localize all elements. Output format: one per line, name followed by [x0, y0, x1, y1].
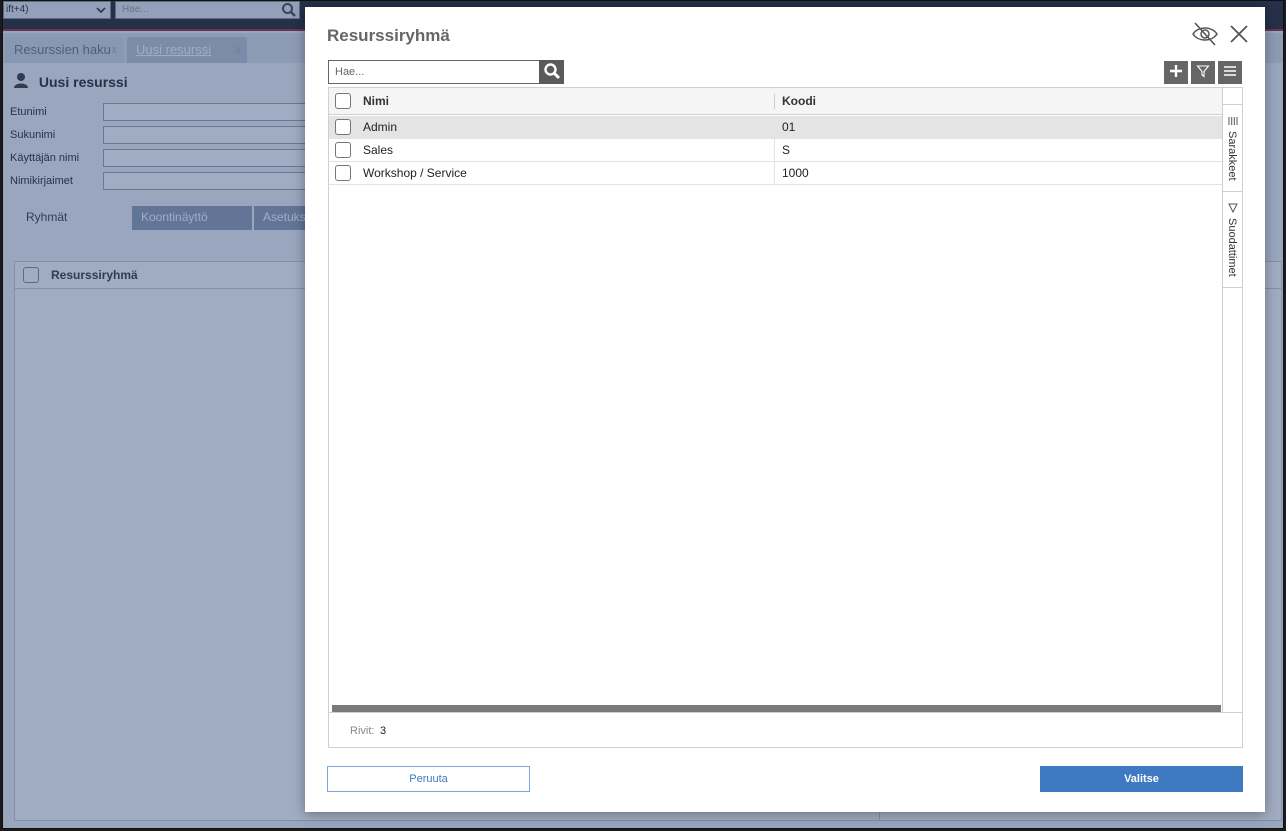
resource-group-grid: Nimi Koodi Admin 01 Sales S Workshop / S…	[328, 87, 1243, 748]
hamburger-icon	[1223, 65, 1237, 80]
dialog-title: Resurssiryhmä	[327, 26, 450, 45]
plus-icon	[1169, 64, 1183, 81]
select-all-checkbox[interactable]	[335, 93, 351, 109]
cell-nimi: Sales	[363, 143, 394, 157]
columns-icon	[1228, 115, 1238, 129]
grid-rows: Admin 01 Sales S Workshop / Service 1000	[329, 116, 1222, 185]
cell-koodi: S	[782, 143, 791, 157]
add-button[interactable]	[1164, 61, 1188, 84]
dialog-search	[328, 60, 564, 84]
row-count-label: Rivit:	[350, 725, 375, 737]
row-count-value: 3	[380, 725, 387, 737]
filter-icon	[1228, 202, 1238, 216]
cell-divider	[774, 162, 775, 184]
cell-divider	[774, 139, 775, 161]
cell-koodi: 01	[782, 120, 796, 134]
eye-off-icon[interactable]	[1190, 21, 1220, 47]
filter-icon	[1196, 64, 1210, 81]
menu-button[interactable]	[1218, 61, 1242, 84]
cell-divider	[774, 116, 775, 138]
filter-button[interactable]	[1191, 61, 1215, 84]
table-row[interactable]: Admin 01	[329, 116, 1222, 139]
search-icon	[543, 62, 561, 83]
horizontal-scrollbar[interactable]	[332, 705, 1221, 712]
close-icon[interactable]	[1227, 22, 1251, 46]
cell-koodi: 1000	[782, 166, 809, 180]
column-header-nimi[interactable]: Nimi	[363, 88, 389, 115]
tool-panel: Sarakkeet Suodattimet	[1222, 88, 1243, 713]
row-checkbox[interactable]	[335, 142, 351, 158]
cell-nimi: Admin	[363, 120, 398, 134]
side-tab-label: Suodattimet	[1226, 218, 1238, 277]
search-button[interactable]	[539, 60, 564, 84]
row-checkbox[interactable]	[335, 119, 351, 135]
resource-group-dialog: Resurssiryhmä Hae... Nimi Koodi Admin 01…	[305, 7, 1265, 812]
table-row[interactable]: Sales S	[329, 139, 1222, 162]
column-divider[interactable]	[774, 94, 775, 109]
search-input[interactable]	[328, 60, 540, 84]
table-row[interactable]: Workshop / Service 1000	[329, 162, 1222, 185]
grid-footer: Rivit: 3	[329, 712, 1242, 747]
side-tab-sarakkeet[interactable]: Sarakkeet	[1223, 104, 1243, 192]
cancel-button[interactable]: Peruuta	[327, 766, 530, 792]
side-tab-label: Sarakkeet	[1226, 131, 1238, 181]
grid-header: Nimi Koodi	[329, 88, 1222, 115]
row-checkbox[interactable]	[335, 165, 351, 181]
cell-nimi: Workshop / Service	[363, 166, 467, 180]
column-header-koodi[interactable]: Koodi	[782, 88, 816, 115]
side-tab-suodattimet[interactable]: Suodattimet	[1223, 192, 1243, 288]
select-button[interactable]: Valitse	[1040, 766, 1243, 792]
